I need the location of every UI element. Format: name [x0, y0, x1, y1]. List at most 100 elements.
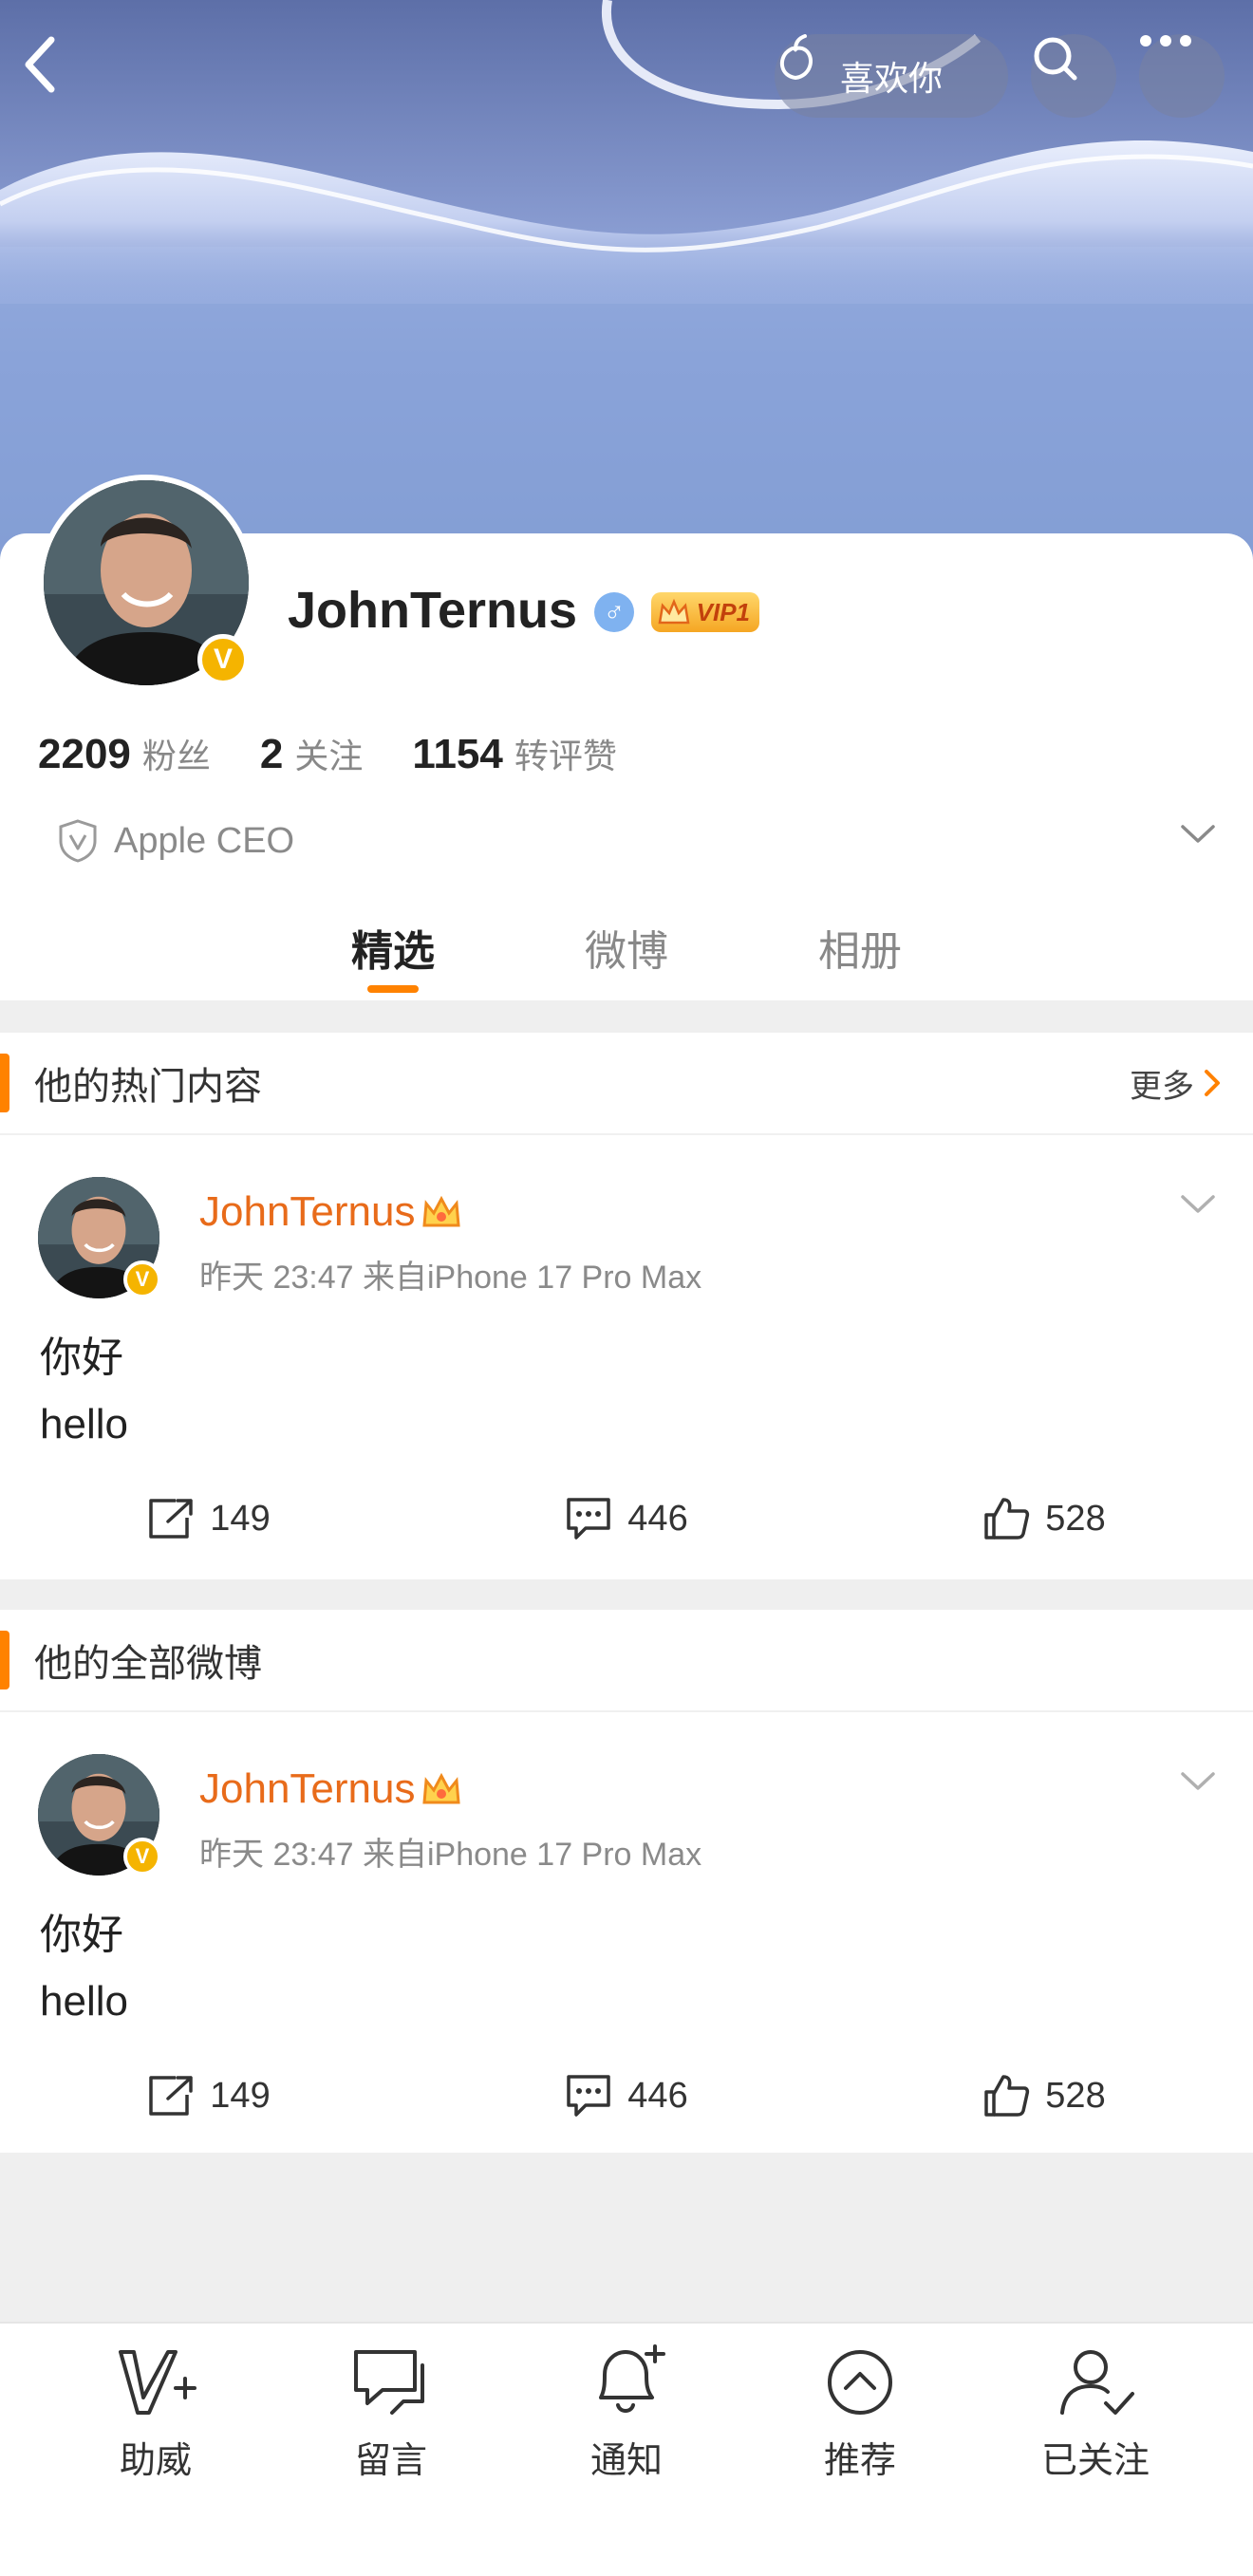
like-you-button[interactable]: 喜欢你 — [775, 34, 1008, 118]
repost-count: 149 — [210, 2075, 271, 2116]
comment-count: 446 — [627, 2075, 688, 2116]
vip-badge[interactable]: VIP1 — [651, 592, 759, 632]
post-card[interactable]: V JohnTernus 昨天 23:47 来自iPhone 17 Pro Ma… — [0, 1135, 1253, 1581]
like-button[interactable]: 528 — [835, 2073, 1253, 2119]
stat-value: 2 — [259, 731, 284, 777]
share-icon — [149, 2076, 194, 2116]
more-link[interactable]: 更多 — [1130, 1060, 1221, 1107]
profile-tabs: 精选 微博 相册 — [0, 911, 1253, 1000]
section-accent-bar — [0, 1054, 9, 1112]
tab-featured[interactable]: 精选 — [276, 911, 510, 1000]
verified-badge: V — [123, 1260, 161, 1298]
like-button[interactable]: 528 — [835, 1496, 1253, 1541]
author-name: JohnTernus — [199, 1188, 416, 1235]
comment-count: 446 — [627, 1498, 688, 1539]
cheer-icon — [119, 2350, 196, 2415]
profile-avatar[interactable]: V — [38, 475, 254, 691]
nav-label: 通知 — [589, 2441, 663, 2481]
post-author[interactable]: JohnTernus — [199, 1765, 462, 1813]
like-count: 528 — [1045, 1498, 1106, 1539]
nav-label: 已关注 — [1040, 2441, 1150, 2481]
stat-followers[interactable]: 2209 粉丝 — [38, 729, 211, 778]
like-you-label: 喜欢你 — [839, 59, 943, 98]
post-content: 你好 hello — [40, 1902, 128, 2035]
search-button[interactable] — [1031, 34, 1116, 118]
repost-button[interactable]: 149 — [0, 2073, 418, 2119]
nav-cheer[interactable]: 助威 — [70, 2344, 241, 2483]
chevron-down-icon — [1181, 1772, 1215, 1790]
back-arrow-icon — [25, 36, 55, 93]
tab-album[interactable]: 相册 — [743, 911, 977, 1000]
post-menu-button[interactable] — [1179, 1769, 1217, 1799]
section-title: 他的全部微博 — [34, 1643, 262, 1685]
nav-followed[interactable]: 已关注 — [1010, 2344, 1181, 2483]
recommend-icon — [828, 2350, 892, 2415]
profile-description[interactable]: Apple CEO — [57, 818, 294, 864]
post-actions: 149 446 528 — [0, 2073, 1253, 2119]
back-button[interactable] — [19, 34, 85, 118]
stat-label: 转评赞 — [514, 737, 617, 775]
post-content: 你好 hello — [40, 1325, 128, 1458]
nav-label: 助威 — [119, 2441, 192, 2481]
post-line: hello — [40, 1401, 128, 1447]
repost-button[interactable]: 149 — [0, 1496, 418, 1541]
post-actions: 149 446 528 — [0, 1496, 1253, 1541]
share-icon — [149, 1499, 194, 1539]
more-options-button[interactable] — [1139, 34, 1225, 118]
peach-icon — [779, 34, 813, 81]
chevron-down-icon — [1181, 825, 1215, 843]
post-line: hello — [40, 1978, 128, 2025]
thumbs-up-icon — [984, 1498, 1030, 1540]
profile-username: JohnTernus — [288, 582, 578, 639]
stat-label: 粉丝 — [141, 737, 211, 775]
nav-label: 留言 — [354, 2441, 427, 2481]
ellipsis-icon — [1140, 35, 1191, 47]
verified-badge: V — [123, 1838, 161, 1876]
description-text: Apple CEO — [114, 820, 295, 861]
nav-recommend[interactable]: 推荐 — [775, 2344, 945, 2483]
chevron-right-icon — [1205, 1070, 1220, 1096]
nav-message[interactable]: 留言 — [306, 2344, 477, 2483]
shield-v-icon — [59, 819, 97, 863]
bottom-nav: 助威 留言 通知 推荐 已关注 — [0, 2322, 1253, 2576]
chevron-down-icon — [1181, 1195, 1215, 1213]
verified-badge: V — [197, 634, 249, 685]
tab-weibo[interactable]: 微博 — [510, 911, 743, 1000]
vip-crown-icon — [422, 1195, 461, 1227]
nav-notify[interactable]: 通知 — [541, 2344, 712, 2483]
comment-button[interactable]: 446 — [418, 1496, 835, 1541]
followed-user-icon — [1060, 2350, 1134, 2415]
search-icon — [1034, 37, 1077, 81]
notify-bell-icon — [599, 2344, 665, 2413]
section-header: 他的热门内容 更多 — [0, 1033, 1253, 1135]
expand-profile-button[interactable] — [1179, 822, 1217, 851]
comment-icon — [567, 1498, 611, 1540]
stat-value: 2209 — [38, 731, 131, 777]
post-meta: 昨天 23:47 来自iPhone 17 Pro Max — [199, 1260, 702, 1296]
profile-stats: 2209 粉丝 2 关注 1154 转评赞 — [38, 729, 666, 778]
all-posts-section: 他的全部微博 V JohnTernus 昨天 23:47 来自iPhone 17… — [0, 1610, 1253, 2153]
post-line: 你好 — [40, 1912, 123, 1958]
nav-label: 推荐 — [823, 2441, 896, 2481]
like-count: 528 — [1045, 2075, 1106, 2116]
stat-label: 关注 — [294, 737, 364, 775]
crown-icon — [658, 598, 690, 625]
stat-following[interactable]: 2 关注 — [260, 729, 364, 778]
repost-count: 149 — [210, 1498, 271, 1539]
vip-crown-icon — [422, 1772, 461, 1804]
post-menu-button[interactable] — [1179, 1192, 1217, 1222]
section-accent-bar — [0, 1631, 9, 1689]
post-meta: 昨天 23:47 来自iPhone 17 Pro Max — [199, 1837, 702, 1873]
vip-label: VIP1 — [696, 597, 750, 626]
post-line: 你好 — [40, 1335, 123, 1381]
stat-value: 1154 — [412, 731, 503, 777]
post-card[interactable]: V JohnTernus 昨天 23:47 来自iPhone 17 Pro Ma… — [0, 1712, 1253, 2158]
post-author[interactable]: JohnTernus — [199, 1188, 462, 1236]
hot-content-section: 他的热门内容 更多 V JohnTernus 昨天 23:47 来自iPhone… — [0, 1033, 1253, 1579]
comment-button[interactable]: 446 — [418, 2073, 835, 2119]
more-label: 更多 — [1130, 1068, 1194, 1105]
section-header: 他的全部微博 — [0, 1610, 1253, 1712]
stat-interactions[interactable]: 1154 转评赞 — [412, 729, 616, 778]
section-title: 他的热门内容 — [34, 1066, 262, 1108]
thumbs-up-icon — [984, 2075, 1030, 2117]
